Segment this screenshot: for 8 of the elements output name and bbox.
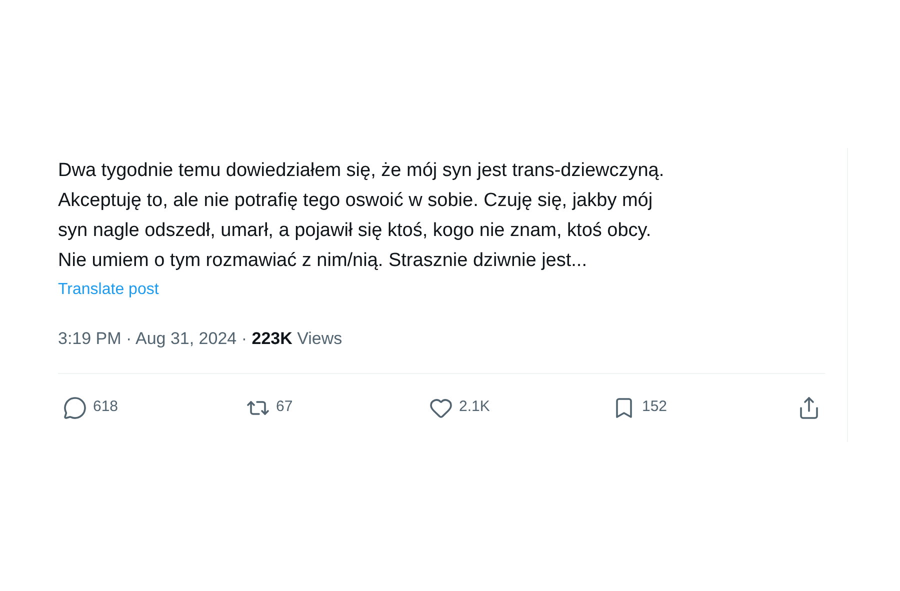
post-metadata: 3:19 PM · Aug 31, 2024 · 223K Views	[58, 329, 342, 348]
bookmark-button[interactable]: 152	[607, 396, 668, 420]
repost-button[interactable]: 67	[241, 396, 293, 420]
reply-button[interactable]: 618	[58, 396, 118, 420]
share-icon	[797, 396, 821, 420]
post-text: Dwa tygodnie temu dowiedziałem się, że mój syn jest trans-dziewczyną. Akceptuję to, ale nie potrafię tego oswoić w sobie. Czuję się, jakby mój syn nagle odszedł, umarł, a pojawił się ktoś, kogo nie znam, ktoś obcy. Nie umiem o tym rozmawiać z nim/nią. Strasznie dziwnie jest...	[58, 159, 666, 273]
reply-icon	[63, 396, 87, 420]
like-button[interactable]: 2.1K	[424, 396, 490, 420]
